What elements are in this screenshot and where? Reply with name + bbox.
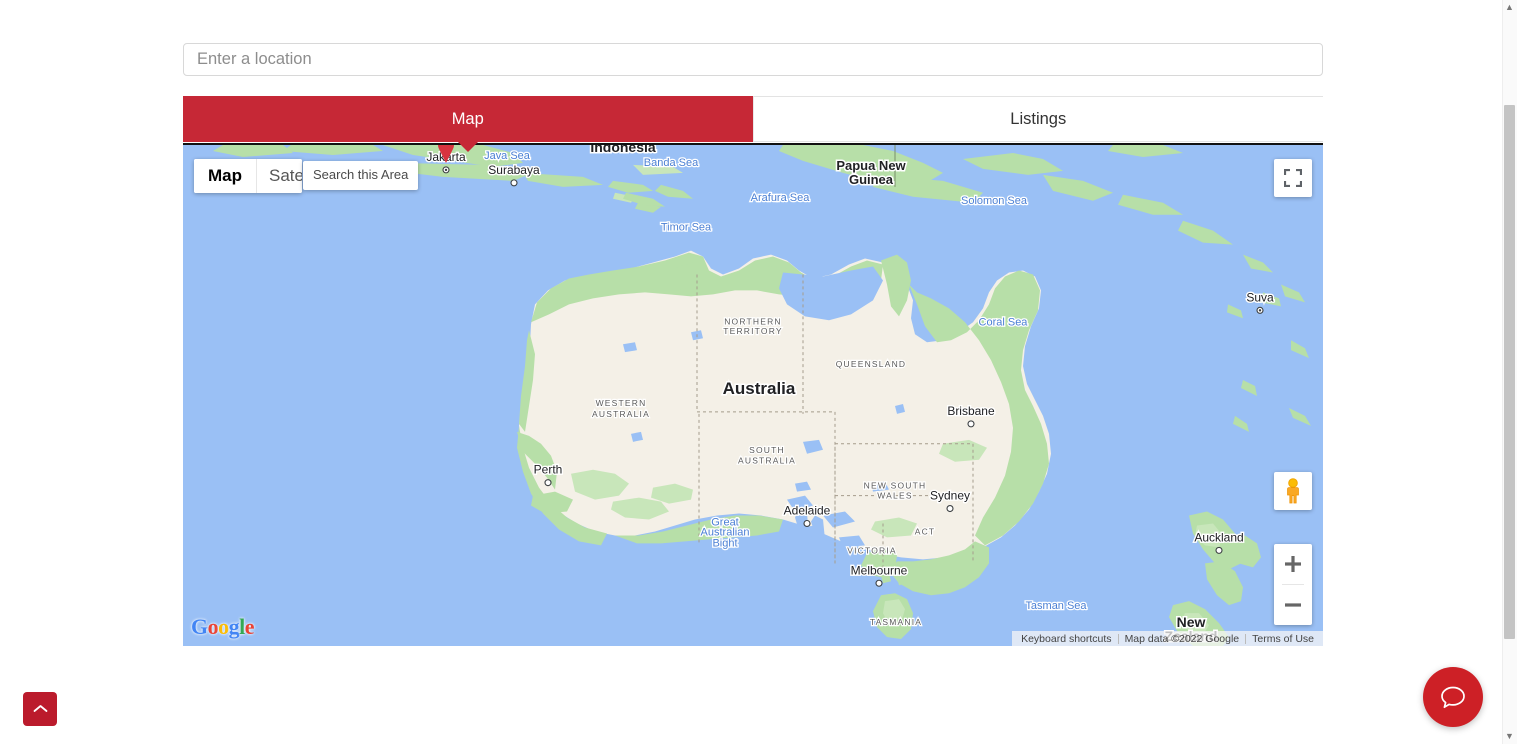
map-type-map-button[interactable]: Map: [194, 159, 256, 193]
location-search-wrap: [183, 43, 1323, 76]
google-logo-letter-0: G: [191, 614, 208, 639]
street-view-pegman-button[interactable]: [1274, 472, 1312, 510]
plus-icon: [1285, 556, 1301, 572]
map-type-map-label: Map: [208, 166, 242, 185]
google-logo-letter-3: g: [228, 614, 240, 639]
map-type-satellite-label: Satellite: [269, 166, 302, 185]
zoom-in-button[interactable]: [1274, 544, 1312, 584]
fullscreen-button[interactable]: [1274, 159, 1312, 197]
minus-icon: [1285, 603, 1301, 607]
page-root: Map Listings .sea { fill:#9ac0f5; } .lan…: [0, 0, 1517, 744]
map-attribution-bar: Keyboard shortcuts Map data ©2022 Google…: [1012, 631, 1323, 646]
view-tabs: Map Listings: [183, 96, 1323, 142]
scroll-to-top-button[interactable]: [23, 692, 57, 726]
map-data-text: Map data ©2022 Google: [1124, 632, 1240, 645]
fullscreen-icon: [1284, 169, 1302, 187]
street-view-pegman-icon: [1287, 478, 1299, 504]
map-tiles: .sea { fill:#9ac0f5; } .land { fill:#f4f…: [183, 145, 1323, 646]
google-logo-letter-1: o: [207, 614, 219, 639]
google-logo-letter-5: e: [244, 614, 255, 639]
scrollbar-down-arrow[interactable]: ▼: [1505, 732, 1514, 741]
google-logo[interactable]: Google: [191, 614, 255, 640]
terms-of-use-link[interactable]: Terms of Use: [1246, 633, 1320, 645]
zoom-control: [1274, 544, 1312, 625]
chat-widget-button[interactable]: [1423, 667, 1483, 727]
chat-bubble-icon: [1441, 686, 1465, 709]
map-type-satellite-button[interactable]: Satellite: [256, 159, 302, 193]
page-scrollbar[interactable]: ▲ ▼: [1502, 0, 1517, 744]
scrollbar-up-arrow[interactable]: ▲: [1505, 3, 1514, 12]
search-this-area-label: Search this Area: [313, 167, 409, 182]
tab-map[interactable]: Map: [183, 96, 753, 142]
chevron-up-icon: [33, 705, 47, 712]
tab-listings[interactable]: Listings: [752, 96, 1323, 142]
location-search-input[interactable]: [183, 43, 1323, 76]
google-map-canvas[interactable]: .sea { fill:#9ac0f5; } .land { fill:#f4f…: [183, 143, 1323, 646]
tab-listings-label: Listings: [1010, 109, 1067, 128]
zoom-out-button[interactable]: [1274, 585, 1312, 625]
map-type-control: Map Satellite: [194, 159, 302, 193]
search-this-area-button[interactable]: Search this Area: [303, 161, 419, 190]
scrollbar-thumb[interactable]: [1504, 105, 1515, 639]
tab-map-label: Map: [451, 109, 484, 128]
google-logo-letter-2: o: [218, 614, 229, 639]
keyboard-shortcuts-link[interactable]: Keyboard shortcuts: [1015, 633, 1117, 645]
